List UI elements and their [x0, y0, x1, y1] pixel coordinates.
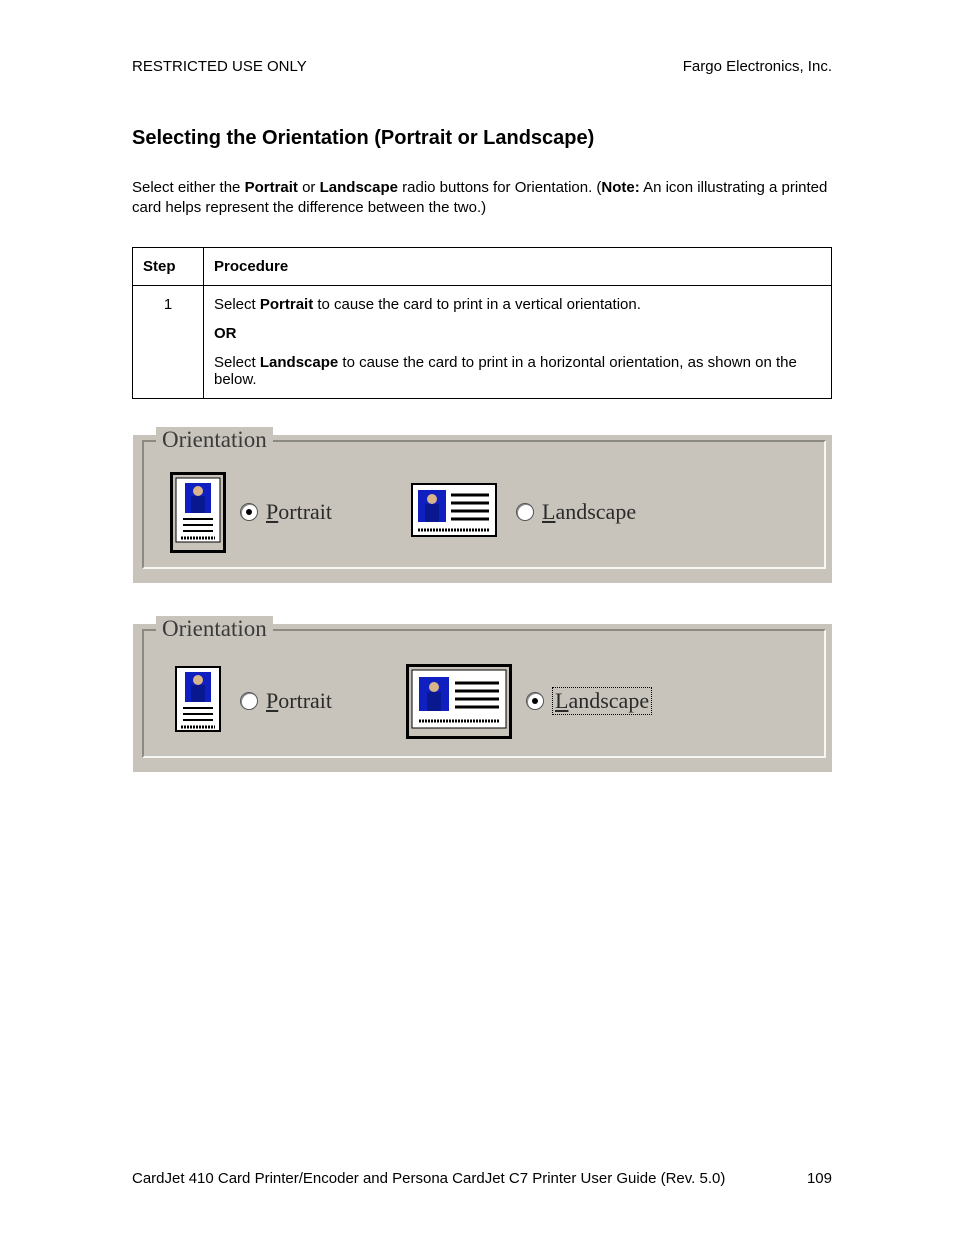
header-right: Fargo Electronics, Inc.: [683, 58, 832, 75]
landscape-radio[interactable]: Landscape: [526, 687, 652, 715]
radio-icon: [516, 503, 534, 521]
radio-icon: [240, 692, 258, 710]
header-left: RESTRICTED USE ONLY: [132, 58, 307, 75]
landscape-radio[interactable]: Landscape: [516, 499, 636, 525]
page-number: 109: [807, 1170, 832, 1187]
portrait-label: Portrait: [266, 499, 332, 525]
groupbox-legend: Orientation: [156, 616, 273, 642]
col-step: Step: [133, 247, 204, 285]
radio-icon: [240, 503, 258, 521]
radio-icon: [526, 692, 544, 710]
portrait-radio[interactable]: Portrait: [240, 499, 332, 525]
portrait-label: Portrait: [266, 688, 332, 714]
portrait-card-icon: [170, 472, 226, 553]
procedure-cell: Select Portrait to cause the card to pri…: [204, 285, 832, 398]
orientation-panel-portrait: Orientation Portra: [132, 434, 832, 583]
portrait-card-icon: [170, 661, 226, 742]
procedure-table: Step Procedure 1 Select Portrait to caus…: [132, 247, 832, 399]
footer-text: CardJet 410 Card Printer/Encoder and Per…: [132, 1170, 725, 1187]
landscape-card-icon: [406, 664, 512, 739]
portrait-radio[interactable]: Portrait: [240, 688, 332, 714]
step-number: 1: [133, 285, 204, 398]
table-row: 1 Select Portrait to cause the card to p…: [133, 285, 832, 398]
orientation-panel-landscape: Orientation Portra: [132, 623, 832, 772]
landscape-card-icon: [406, 478, 502, 547]
page-title: Selecting the Orientation (Portrait or L…: [132, 127, 832, 150]
landscape-label: Landscape: [542, 499, 636, 525]
landscape-label: Landscape: [552, 687, 652, 715]
intro-paragraph: Select either the Portrait or Landscape …: [132, 178, 832, 219]
table-header-row: Step Procedure: [133, 247, 832, 285]
groupbox-legend: Orientation: [156, 427, 273, 453]
col-procedure: Procedure: [204, 247, 832, 285]
